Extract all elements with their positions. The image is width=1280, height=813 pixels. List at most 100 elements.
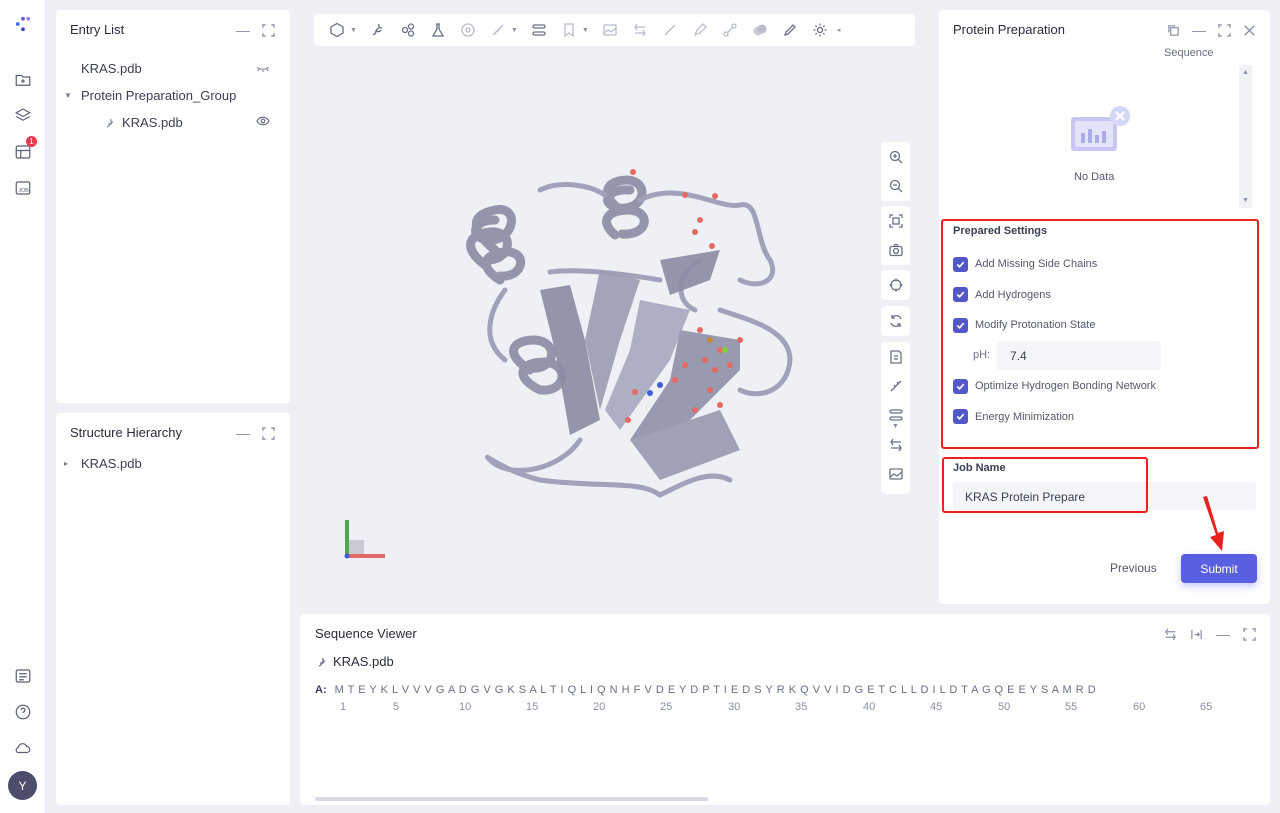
line-icon[interactable] [657, 17, 683, 43]
target-icon[interactable] [455, 17, 481, 43]
sequence-residues[interactable]: M T E Y K L V V V G A D G V G K S A L T … [335, 684, 1270, 696]
caret-down-icon[interactable]: ▼ [511, 27, 518, 34]
eye-icon[interactable] [256, 116, 270, 126]
sequence-row[interactable]: A: M T E Y K L V V V G A D G V G K S A L… [315, 684, 1270, 696]
camera-icon[interactable] [881, 235, 910, 264]
submit-button[interactable]: Submit [1181, 554, 1257, 583]
app-logo-icon[interactable] [11, 12, 35, 36]
ruler-icon[interactable] [881, 371, 910, 400]
edit-icon[interactable] [777, 17, 803, 43]
route-icon[interactable] [526, 17, 552, 43]
surface-icon[interactable] [747, 17, 773, 43]
minimize-icon[interactable]: — [1216, 626, 1230, 642]
layers-icon[interactable] [11, 103, 35, 127]
sequence-viewer-controls: — [1164, 626, 1256, 642]
zoom-out-icon[interactable] [881, 171, 910, 200]
position-number: 10 [459, 701, 472, 713]
entry-item[interactable]: KRAS.pdb [81, 61, 142, 76]
position-number: 60 [1133, 701, 1146, 713]
column-icon[interactable] [1190, 628, 1203, 641]
position-number: 45 [930, 701, 943, 713]
panel-controls: — [1167, 22, 1256, 38]
arrow-pointer-icon [1203, 496, 1224, 551]
entry-list-controls: — [236, 22, 275, 38]
notification-badge: 1 [26, 136, 37, 147]
group-item[interactable]: ▼ Protein Preparation_Group [64, 88, 236, 103]
image-icon[interactable] [597, 17, 623, 43]
protein-preparation-title: Protein Preparation [953, 22, 1066, 37]
center-tools [881, 270, 910, 300]
copy-icon[interactable] [1167, 24, 1180, 37]
no-data-text: No Data [1074, 171, 1115, 183]
sequence-file[interactable]: KRAS.pdb [316, 654, 394, 669]
zoom-tools [881, 142, 910, 201]
note-icon[interactable] [881, 342, 910, 371]
rotate-tools [881, 306, 910, 336]
zoom-in-icon[interactable] [881, 142, 910, 171]
horizontal-scrollbar[interactable] [315, 797, 708, 801]
entry-item[interactable]: KRAS.pdb [104, 115, 183, 130]
fullscreen-icon[interactable] [262, 23, 275, 37]
scrollbar[interactable]: ▲ ▼ [1239, 65, 1252, 208]
minimize-icon[interactable]: — [236, 425, 250, 441]
entry-list-title: Entry List [70, 22, 125, 37]
protein-ribbon-icon[interactable] [365, 17, 391, 43]
collapse-toolbar-icon[interactable]: ◂ [837, 26, 841, 34]
link-icon[interactable] [717, 17, 743, 43]
structure-hierarchy-controls: — [236, 425, 275, 441]
minimize-icon[interactable]: — [236, 22, 250, 38]
sequence-viewer-title: Sequence Viewer [315, 626, 417, 641]
settings-icon[interactable] [807, 17, 833, 43]
hierarchy-item[interactable]: ▸ KRAS.pdb [64, 456, 142, 471]
viewer-toolbar: ▼ ▼ ▼ ◂ [314, 14, 915, 46]
structure-hierarchy-title: Structure Hierarchy [70, 425, 182, 440]
caret-down-icon[interactable]: ▼ [892, 423, 899, 430]
position-number: 40 [863, 701, 876, 713]
crosshair-icon[interactable] [881, 270, 910, 299]
chain-label: A: [315, 684, 327, 696]
align-icon[interactable] [1164, 628, 1177, 641]
protein-icon [318, 657, 326, 667]
caret-down-icon[interactable]: ▼ [350, 27, 357, 34]
fullscreen-icon[interactable] [262, 426, 275, 440]
entry-item-label: KRAS.pdb [81, 61, 142, 76]
fullscreen-icon[interactable] [1243, 627, 1256, 641]
position-number: 35 [795, 701, 808, 713]
help-icon[interactable] [11, 700, 35, 724]
eye-closed-icon[interactable] [256, 64, 270, 74]
bookmark-icon[interactable] [556, 17, 582, 43]
scroll-down-icon[interactable]: ▼ [1239, 197, 1252, 204]
job-icon[interactable]: JOB [11, 176, 35, 200]
scroll-up-icon[interactable]: ▲ [1239, 69, 1252, 76]
caret-down-icon[interactable]: ▼ [64, 91, 76, 100]
new-project-icon[interactable] [11, 68, 35, 92]
minimize-icon[interactable]: — [1192, 22, 1206, 38]
previous-button[interactable]: Previous [1110, 561, 1157, 575]
shape-icon[interactable] [324, 17, 350, 43]
align-icon[interactable] [881, 430, 910, 459]
settings-highlight-box [941, 219, 1259, 449]
list-icon[interactable] [11, 664, 35, 688]
caret-right-icon[interactable]: ▸ [64, 459, 76, 468]
position-number: 50 [998, 701, 1011, 713]
close-icon[interactable] [1243, 24, 1256, 37]
sequence-tab[interactable]: Sequence [1164, 47, 1214, 59]
rotate-icon[interactable] [881, 306, 910, 335]
pen-icon[interactable] [687, 17, 713, 43]
molecule-viewer[interactable] [300, 10, 928, 604]
job-name-highlight-box [942, 457, 1148, 513]
measure-icon[interactable] [485, 17, 511, 43]
fit-view-icon[interactable] [881, 206, 910, 235]
image-icon[interactable] [881, 459, 910, 488]
sequence-viewer-panel: Sequence Viewer — KRAS.pdb [300, 614, 1270, 805]
position-number: 65 [1200, 701, 1213, 713]
align-icon[interactable] [627, 17, 653, 43]
tasks-icon[interactable]: 1 [11, 136, 37, 164]
protein-structure[interactable] [300, 10, 928, 604]
caret-down-icon[interactable]: ▼ [582, 27, 589, 34]
avatar[interactable]: Y [8, 771, 37, 800]
cloud-icon[interactable] [11, 736, 35, 760]
molecule-icon[interactable] [395, 17, 421, 43]
fullscreen-icon[interactable] [1218, 23, 1231, 37]
flask-icon[interactable] [425, 17, 451, 43]
